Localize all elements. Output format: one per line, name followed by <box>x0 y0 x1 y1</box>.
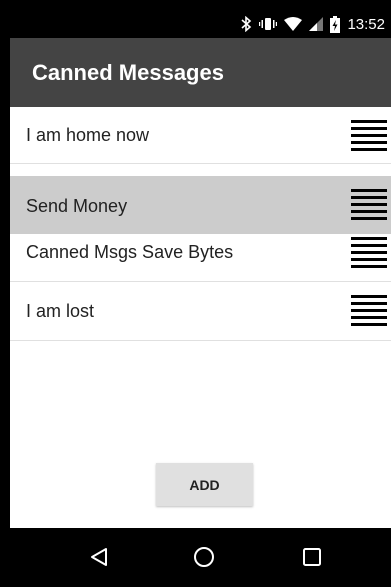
list-item[interactable]: Send Money <box>10 176 391 234</box>
drag-handle-icon[interactable] <box>351 295 387 327</box>
phone-frame: 13:52 Canned Messages I am home now Send… <box>0 0 391 587</box>
wifi-icon <box>284 17 303 31</box>
add-button[interactable]: ADD <box>156 463 253 506</box>
back-icon[interactable] <box>79 542 119 572</box>
status-icons: 13:52 <box>240 14 385 34</box>
battery-charging-icon <box>330 15 341 33</box>
status-bar: 13:52 <box>10 10 391 38</box>
vibrate-icon <box>259 16 278 32</box>
recents-icon[interactable] <box>292 542 332 572</box>
divider <box>10 340 391 341</box>
app-bar: Canned Messages <box>10 38 391 107</box>
drag-handle-icon[interactable] <box>351 189 387 221</box>
list-item[interactable]: I am lost <box>10 282 391 339</box>
list-item-label: Send Money <box>26 196 128 216</box>
drag-handle-icon[interactable] <box>351 120 387 152</box>
list-item[interactable]: I am home now <box>10 107 391 164</box>
divider <box>10 163 391 164</box>
bluetooth-icon <box>240 16 252 32</box>
page-title: Canned Messages <box>32 60 224 85</box>
signal-icon <box>309 17 324 31</box>
home-icon[interactable] <box>184 542 224 572</box>
list-item[interactable]: Canned Msgs Save Bytes <box>10 234 391 281</box>
list-item-label: I am lost <box>26 301 95 321</box>
list-item-label: I am home now <box>26 125 150 145</box>
clock: 13:52 <box>347 15 385 33</box>
drag-handle-icon[interactable] <box>351 237 387 269</box>
navigation-bar <box>10 528 391 587</box>
screen: 13:52 Canned Messages I am home now Send… <box>10 10 391 587</box>
list-item-label: Canned Msgs Save Bytes <box>26 242 234 262</box>
